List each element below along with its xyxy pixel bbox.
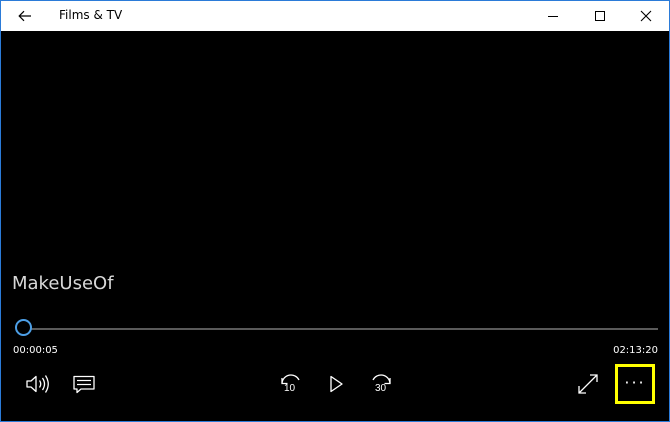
close-icon <box>640 10 652 22</box>
maximize-button[interactable] <box>577 1 623 31</box>
volume-icon <box>26 375 49 393</box>
minimize-icon <box>548 16 558 17</box>
close-button[interactable] <box>623 1 669 31</box>
more-options-icon: ··· <box>624 373 646 392</box>
fullscreen-button[interactable] <box>571 367 605 401</box>
total-time: 02:13:20 <box>613 345 658 356</box>
rewind-button[interactable]: 10 <box>273 367 307 401</box>
maximize-icon <box>595 11 605 21</box>
seek-thumb[interactable] <box>14 319 32 336</box>
subtitles-icon <box>73 375 95 394</box>
subtitles-button[interactable] <box>67 367 101 401</box>
video-title: MakeUseOf <box>12 273 114 294</box>
rewind-seconds: 10 <box>284 383 296 394</box>
video-area[interactable]: MakeUseOf 00:00:05 02:13:20 10 30 ··· <box>1 31 669 421</box>
title-bar: Films & TV <box>1 1 669 31</box>
elapsed-time: 00:00:05 <box>13 345 58 356</box>
volume-button[interactable] <box>21 367 55 401</box>
seek-bar[interactable] <box>23 328 658 330</box>
minimize-button[interactable] <box>530 1 576 31</box>
forward-button[interactable]: 30 <box>365 367 399 401</box>
play-button[interactable] <box>319 367 353 401</box>
back-arrow-icon <box>18 10 31 22</box>
fullscreen-icon <box>578 374 598 394</box>
window-title: Films & TV <box>59 8 123 22</box>
forward-seconds: 30 <box>375 383 387 394</box>
more-options-button[interactable]: ··· <box>615 364 655 404</box>
films-tv-window: Films & TV MakeUseOf 00:00:05 02:13:20 1… <box>0 0 670 422</box>
back-button[interactable] <box>8 1 42 31</box>
play-icon <box>330 375 343 393</box>
